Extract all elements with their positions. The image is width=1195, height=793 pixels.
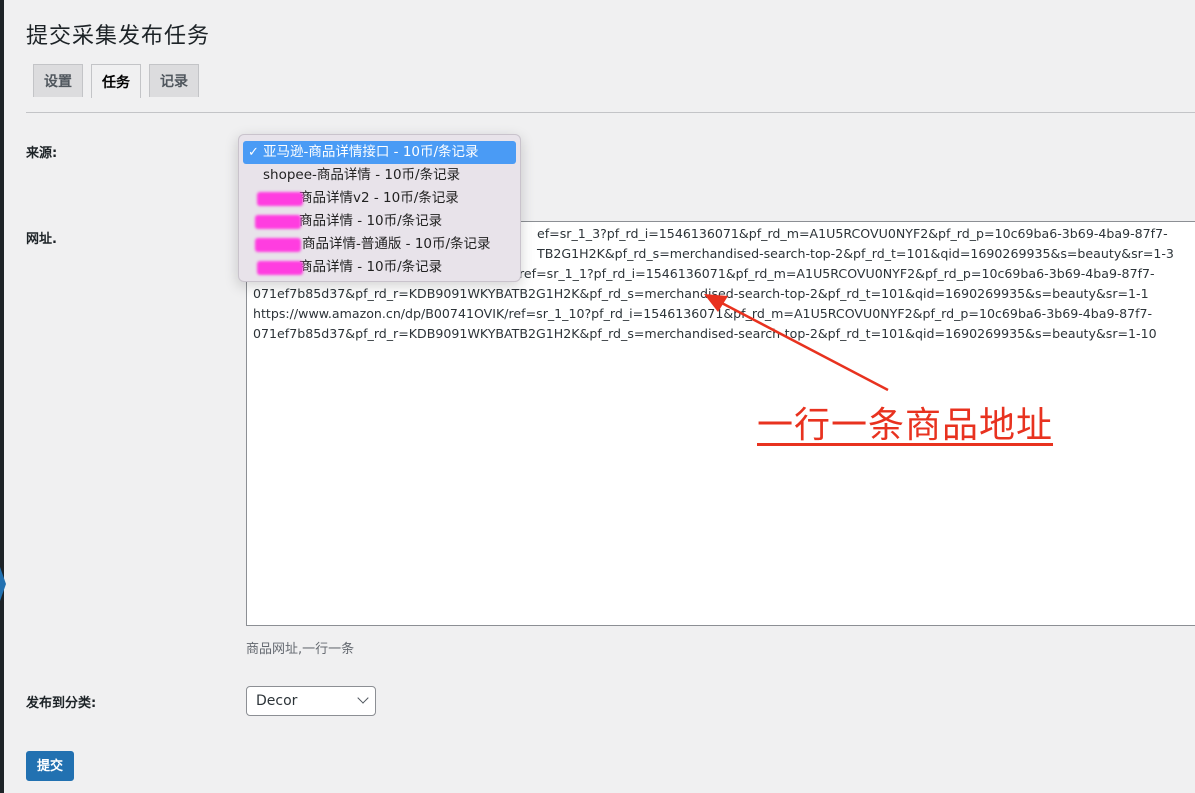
chevron-down-icon [357, 692, 369, 704]
source-option-shopee[interactable]: shopee-商品详情 - 10币/条记录 [243, 164, 516, 187]
category-label: 发布到分类: [26, 696, 97, 711]
source-option-5[interactable]: 商品详情-普通版 - 10币/条记录 [243, 233, 516, 256]
url-line: 071ef7b85d37&pf_rd_r=KDB9091WKYBATB2G1H2… [253, 326, 1157, 341]
redaction-mark [257, 261, 303, 275]
nav-tabs: 设置 任务 记录 [33, 64, 199, 98]
source-option-3[interactable]: 商品详情v2 - 10币/条记录 [243, 187, 516, 210]
source-option-4[interactable]: 商品详情 - 10币/条记录 [243, 210, 516, 233]
redaction-mark [255, 215, 301, 229]
sidebar-collapse-arrow-icon[interactable] [0, 567, 6, 601]
option-label: 商品详情 - 10币/条记录 [299, 213, 443, 229]
tab-records[interactable]: 记录 [149, 64, 199, 97]
source-label: 来源: [26, 146, 58, 161]
url-line: ref=sr_1_1?pf_rd_i=1546136071&pf_rd_m=A1… [519, 266, 1155, 281]
category-select[interactable]: Decor [246, 686, 376, 716]
tab-settings[interactable]: 设置 [33, 64, 83, 97]
option-label: 商品详情-普通版 - 10币/条记录 [302, 236, 491, 252]
option-label: 商品详情 - 10币/条记录 [299, 259, 443, 275]
url-line: https://www.amazon.cn/dp/B00741OVIK/ref=… [253, 306, 1153, 321]
url-line: TB2G1H2K&pf_rd_s=merchandised-search-top… [537, 246, 1174, 261]
annotation-text: 一行一条商品地址 [757, 405, 1054, 446]
url-line: 071ef7b85d37&pf_rd_r=KDB9091WKYBATB2G1H2… [253, 286, 1149, 301]
source-dropdown-menu: ✓ 亚马逊-商品详情接口 - 10币/条记录 shopee-商品详情 - 10币… [238, 134, 521, 282]
option-label: shopee-商品详情 - 10币/条记录 [263, 167, 461, 183]
url-hint: 商品网址,一行一条 [246, 642, 355, 657]
source-option-amazon[interactable]: ✓ 亚马逊-商品详情接口 - 10币/条记录 [243, 141, 516, 164]
redaction-mark [257, 192, 303, 206]
tab-divider [26, 112, 1195, 113]
admin-sidebar-edge [0, 0, 4, 793]
redaction-mark [255, 238, 301, 252]
submit-button[interactable]: 提交 [26, 751, 74, 781]
category-value: Decor [256, 693, 298, 709]
option-label: 亚马逊-商品详情接口 - 10币/条记录 [263, 144, 479, 160]
tab-tasks[interactable]: 任务 [91, 64, 141, 98]
option-label: 商品详情v2 - 10币/条记录 [299, 190, 459, 206]
check-icon: ✓ [248, 145, 259, 160]
source-option-6[interactable]: 商品详情 - 10币/条记录 [243, 256, 516, 279]
page-title: 提交采集发布任务 [26, 24, 211, 49]
url-label: 网址. [26, 232, 57, 247]
url-line: ef=sr_1_3?pf_rd_i=1546136071&pf_rd_m=A1U… [537, 226, 1168, 241]
